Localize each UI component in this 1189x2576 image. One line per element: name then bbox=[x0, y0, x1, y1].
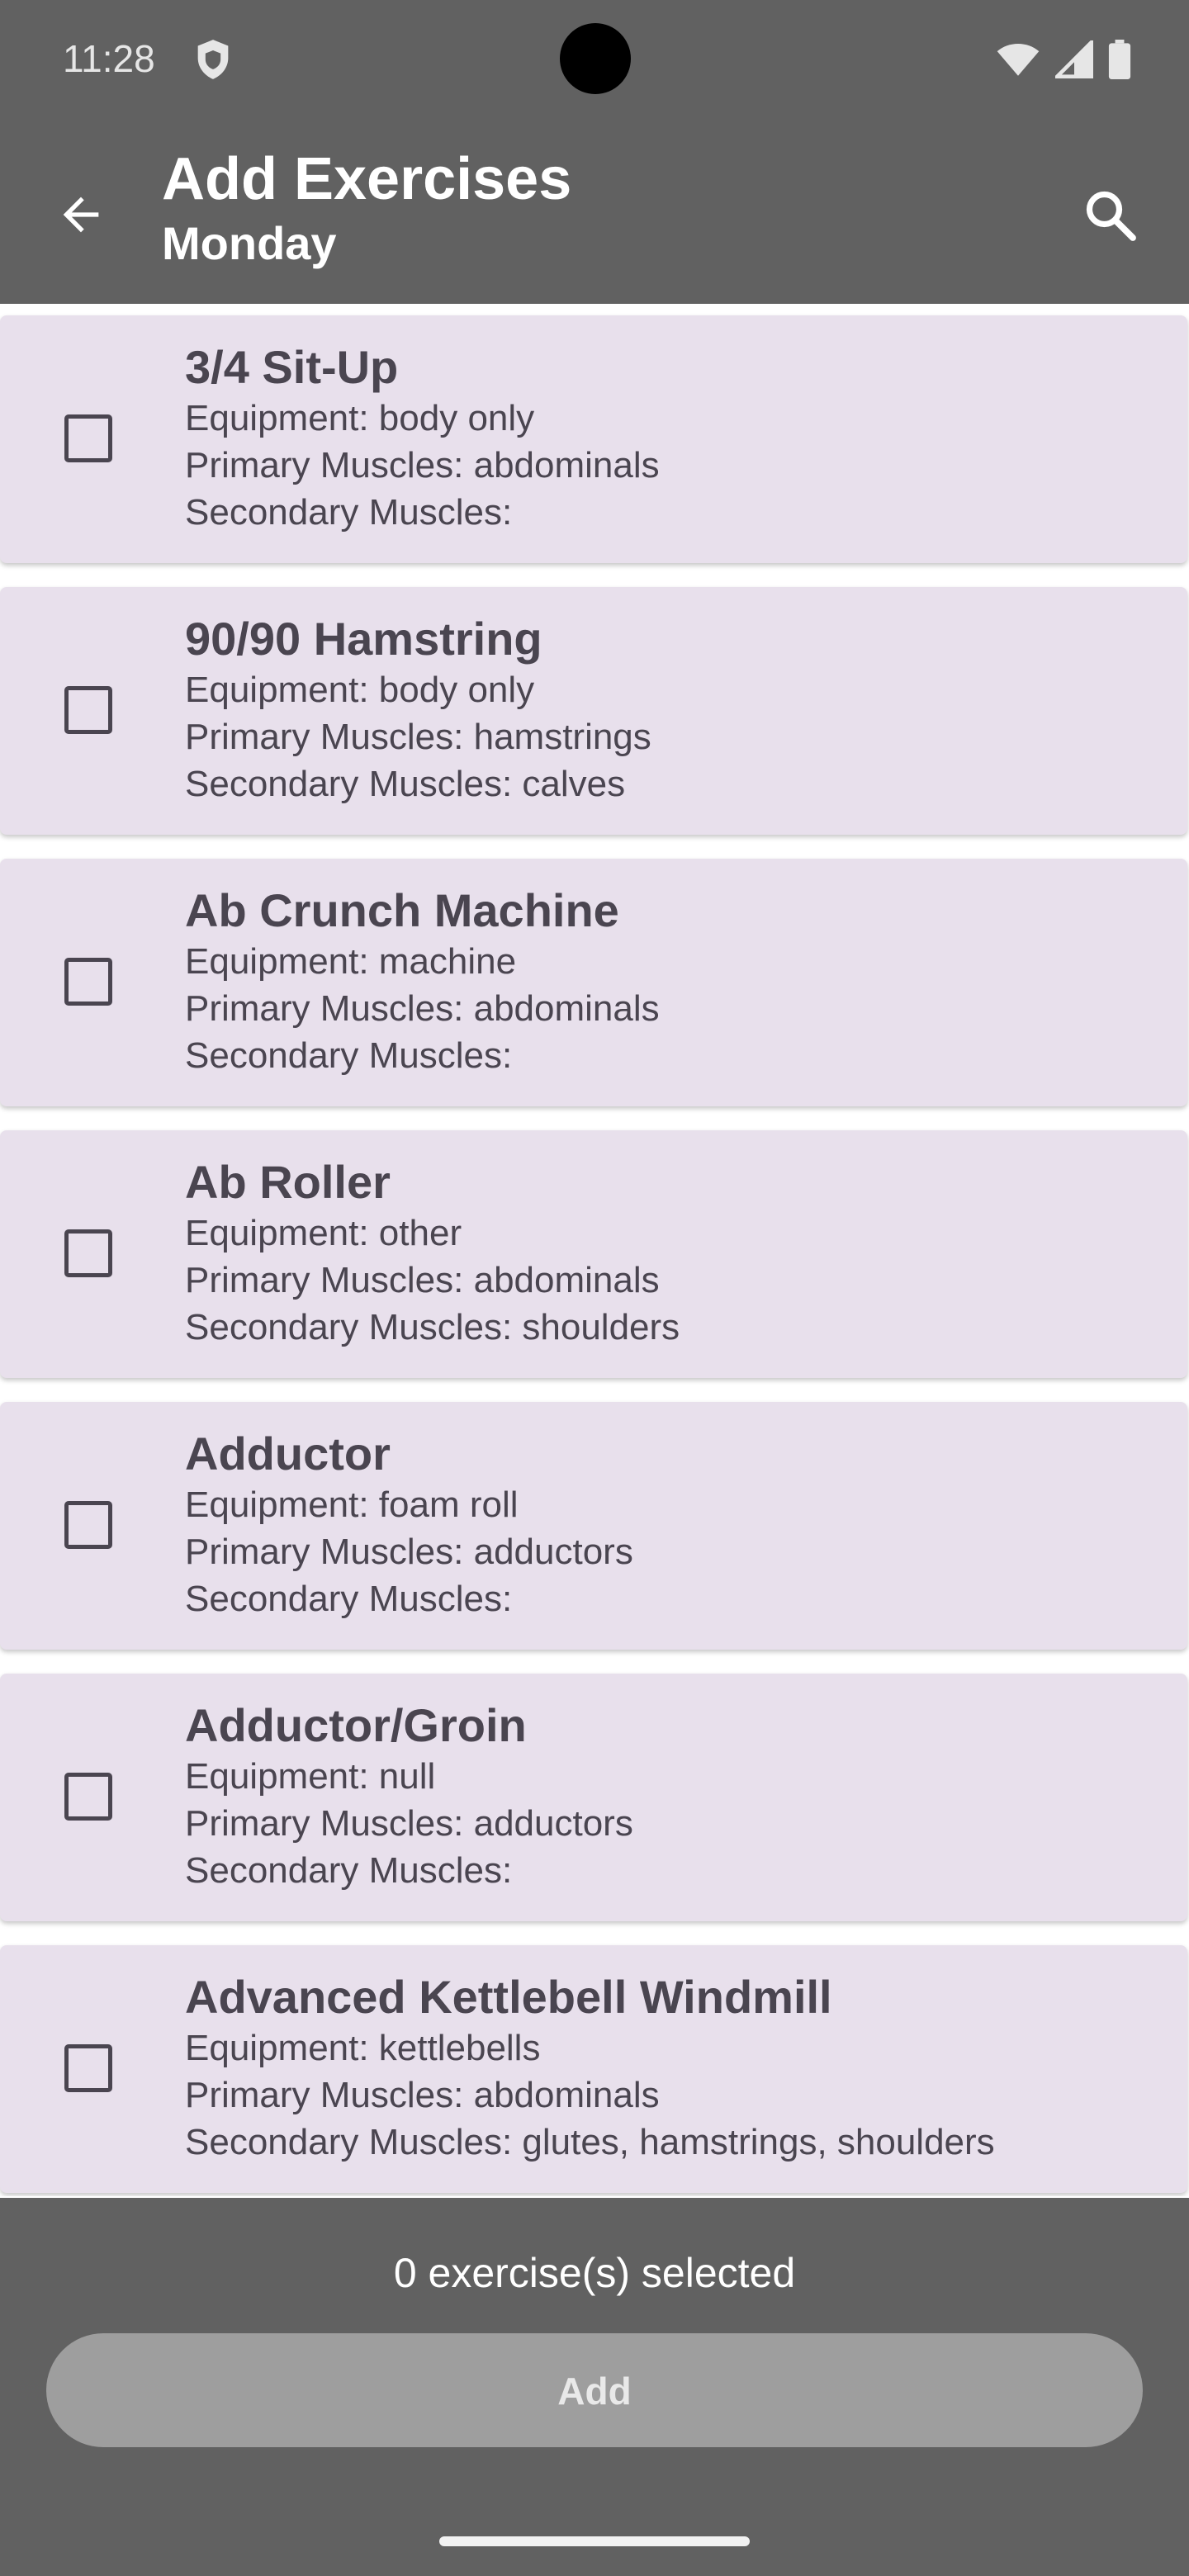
exercise-card[interactable]: Adductor Equipment: foam roll Primary Mu… bbox=[0, 1402, 1187, 1650]
exercise-card[interactable]: Adductor/Groin Equipment: null Primary M… bbox=[0, 1674, 1187, 1921]
exercise-secondary-muscles: Secondary Muscles: bbox=[185, 1035, 513, 1076]
app-bar: Add Exercises Monday bbox=[0, 122, 1189, 304]
page-title: Add Exercises bbox=[162, 146, 572, 212]
exercise-equipment: Equipment: machine bbox=[185, 941, 517, 982]
exercise-secondary-muscles: Secondary Muscles: bbox=[185, 1579, 513, 1619]
exercise-equipment: Equipment: body only bbox=[185, 670, 535, 710]
exercise-list[interactable]: 3/4 Sit-Up Equipment: body only Primary … bbox=[0, 312, 1189, 2196]
exercise-card[interactable]: Ab Crunch Machine Equipment: machine Pri… bbox=[0, 859, 1187, 1106]
exercise-primary-muscles: Primary Muscles: hamstrings bbox=[185, 717, 651, 757]
selection-footer: 0 exercise(s) selected Add bbox=[0, 2198, 1189, 2576]
exercise-equipment: Equipment: null bbox=[185, 1756, 436, 1797]
arrow-left-icon bbox=[63, 197, 99, 233]
front-camera bbox=[560, 23, 631, 94]
home-indicator[interactable] bbox=[439, 2536, 750, 2546]
exercise-checkbox[interactable] bbox=[64, 1773, 112, 1821]
exercise-primary-muscles: Primary Muscles: abdominals bbox=[185, 445, 660, 485]
exercise-primary-muscles: Primary Muscles: abdominals bbox=[185, 988, 660, 1029]
exercise-card[interactable]: 90/90 Hamstring Equipment: body only Pri… bbox=[0, 587, 1187, 835]
selected-count: 0 exercise(s) selected bbox=[393, 2250, 796, 2296]
exercise-primary-muscles: Primary Muscles: adductors bbox=[185, 1532, 633, 1572]
system-icons bbox=[996, 38, 1131, 81]
exercise-name: Ab Crunch Machine bbox=[185, 884, 619, 936]
exercise-equipment: Equipment: body only bbox=[185, 398, 535, 438]
exercise-checkbox[interactable] bbox=[64, 1229, 112, 1277]
exercise-name: Ab Roller bbox=[185, 1156, 391, 1208]
status-time: 11:28 bbox=[63, 37, 155, 80]
exercise-name: 3/4 Sit-Up bbox=[185, 341, 399, 393]
page-subtitle: Monday bbox=[162, 217, 337, 269]
exercise-checkbox[interactable] bbox=[64, 686, 112, 734]
battery-icon bbox=[1108, 40, 1131, 79]
exercise-name: Adductor bbox=[185, 1428, 391, 1480]
exercise-secondary-muscles: Secondary Muscles: bbox=[185, 492, 513, 533]
exercise-secondary-muscles: Secondary Muscles: glutes, hamstrings, s… bbox=[185, 2122, 995, 2162]
exercise-equipment: Equipment: other bbox=[185, 1213, 462, 1253]
exercise-checkbox[interactable] bbox=[64, 958, 112, 1006]
exercise-name: 90/90 Hamstring bbox=[185, 613, 542, 665]
exercise-secondary-muscles: Secondary Muscles: bbox=[185, 1850, 513, 1891]
exercise-primary-muscles: Primary Muscles: abdominals bbox=[185, 2075, 660, 2115]
exercise-primary-muscles: Primary Muscles: abdominals bbox=[185, 1260, 660, 1300]
exercise-secondary-muscles: Secondary Muscles: calves bbox=[185, 764, 626, 804]
exercise-card[interactable]: 3/4 Sit-Up Equipment: body only Primary … bbox=[0, 315, 1187, 563]
exercise-secondary-muscles: Secondary Muscles: shoulders bbox=[185, 1307, 680, 1347]
add-button[interactable]: Add bbox=[46, 2333, 1143, 2447]
search-button[interactable] bbox=[1073, 178, 1148, 253]
exercise-name: Advanced Kettlebell Windmill bbox=[185, 1971, 832, 2023]
signal-icon bbox=[1055, 40, 1093, 78]
exercise-primary-muscles: Primary Muscles: adductors bbox=[185, 1803, 633, 1844]
shield-icon bbox=[197, 40, 229, 79]
exercise-card[interactable]: Advanced Kettlebell Windmill Equipment: … bbox=[0, 1945, 1187, 2193]
exercise-checkbox[interactable] bbox=[64, 1501, 112, 1549]
exercise-checkbox[interactable] bbox=[64, 2044, 112, 2092]
status-bar: 11:28 bbox=[0, 0, 1189, 122]
exercise-equipment: Equipment: foam roll bbox=[185, 1485, 519, 1525]
exercise-equipment: Equipment: kettlebells bbox=[185, 2028, 541, 2068]
exercise-card[interactable]: Ab Roller Equipment: other Primary Muscl… bbox=[0, 1130, 1187, 1378]
search-icon bbox=[1086, 191, 1136, 241]
back-button[interactable] bbox=[48, 182, 114, 248]
exercise-checkbox[interactable] bbox=[64, 414, 112, 462]
exercise-name: Adductor/Groin bbox=[185, 1699, 527, 1751]
wifi-icon bbox=[997, 44, 1040, 76]
